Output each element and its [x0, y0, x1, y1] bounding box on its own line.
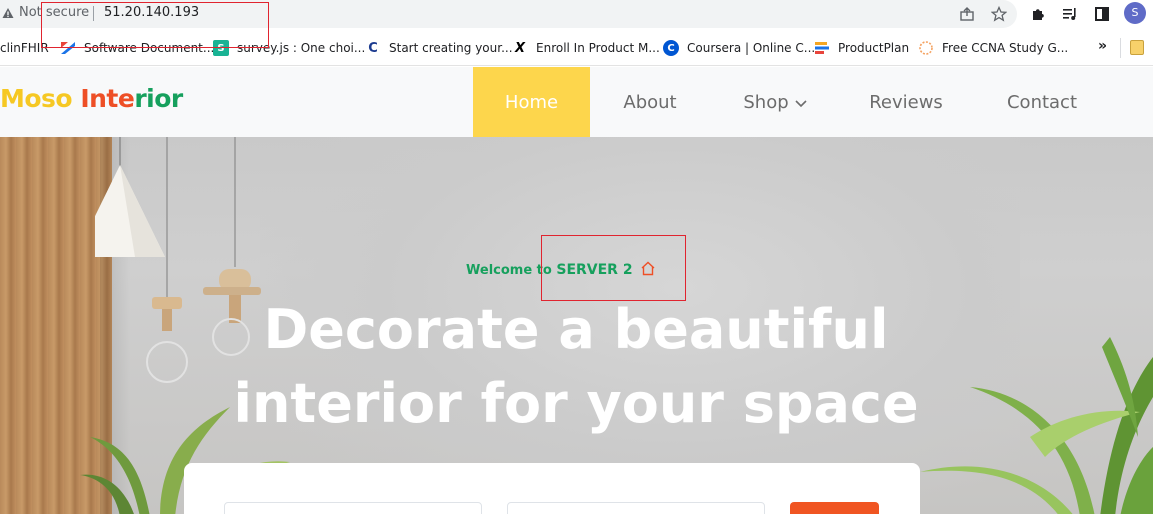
logo-word-2a: Inte	[80, 84, 135, 113]
bookmark-free-ccna[interactable]: Free CCNA Study G...	[918, 39, 1068, 57]
profile-avatar[interactable]: S	[1124, 2, 1146, 24]
annotation-box-server	[541, 235, 686, 301]
search-card	[184, 463, 920, 514]
bookmark-label: Enroll In Product M...	[536, 41, 660, 55]
bookmark-favicon-icon	[918, 40, 934, 56]
nav-contact[interactable]: Contact	[996, 67, 1088, 137]
hero-title-line-2: interior for your space	[233, 372, 919, 435]
annotation-box-url	[41, 2, 269, 48]
hero-title-line-1: Decorate a beautiful	[263, 298, 889, 361]
bookmark-label: ProductPlan	[838, 41, 910, 55]
nav-about[interactable]: About	[608, 67, 692, 137]
bookmark-productplan[interactable]: ProductPlan	[814, 39, 909, 57]
search-field-1[interactable]	[224, 502, 482, 514]
bookmarks-overflow-icon[interactable]: »	[1098, 38, 1107, 54]
bookmark-favicon-icon	[814, 40, 830, 56]
logo-word-1: Moso	[0, 84, 73, 113]
search-button[interactable]	[790, 502, 879, 514]
hero-section: Welcome to SERVER 2 Decorate a beautiful…	[0, 137, 1153, 514]
site-header: Moso Interior Home About Shop Reviews Co…	[0, 67, 1153, 137]
nav-shop[interactable]: Shop	[730, 67, 820, 137]
bookmark-label: Start creating your...	[389, 41, 513, 55]
site-logo[interactable]: Moso Interior	[0, 84, 183, 113]
media-queue-icon[interactable]	[1059, 3, 1081, 25]
share-icon[interactable]	[956, 3, 978, 25]
warning-triangle-icon[interactable]	[2, 5, 14, 21]
nav-reviews[interactable]: Reviews	[858, 67, 954, 137]
bookmark-enroll-product[interactable]: X Enroll In Product M...	[512, 39, 660, 57]
nav-about-label: About	[623, 91, 677, 113]
chevron-down-icon	[795, 99, 807, 107]
bookmark-label: Free CCNA Study G...	[942, 41, 1069, 55]
nav-contact-label: Contact	[1006, 91, 1078, 113]
bookmark-favicon-icon: X	[512, 40, 528, 56]
welcome-prefix: Welcome to	[466, 263, 552, 278]
puzzle-icon[interactable]	[1028, 3, 1050, 25]
hero-title: Decorate a beautiful interior for your s…	[200, 293, 952, 441]
nav-home[interactable]: Home	[473, 67, 590, 137]
nav-home-label: Home	[504, 91, 559, 113]
bookmark-favicon-icon: C	[365, 40, 381, 56]
star-icon[interactable]	[988, 3, 1010, 25]
nav-reviews-label: Reviews	[869, 91, 943, 113]
bookmarks-divider	[1120, 38, 1121, 58]
bookmark-coursera[interactable]: C Coursera | Online C...	[663, 39, 815, 57]
bookmark-favicon-icon: C	[663, 40, 679, 56]
logo-word-2b: rior	[134, 84, 183, 113]
bookmark-start-creating[interactable]: C Start creating your...	[365, 39, 513, 57]
side-panel-icon[interactable]	[1091, 3, 1113, 25]
search-field-2[interactable]	[507, 502, 765, 514]
nav-shop-label: Shop	[743, 91, 789, 113]
folder-icon[interactable]	[1130, 40, 1144, 55]
bookmark-label: Coursera | Online C...	[687, 41, 816, 55]
